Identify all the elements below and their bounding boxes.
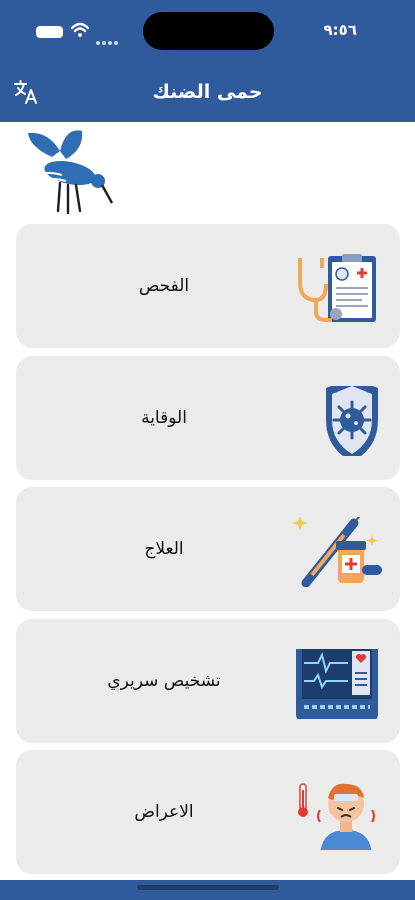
home-indicator[interactable] — [137, 885, 279, 890]
syringe-medicine-icon — [292, 517, 382, 587]
mosquito-icon — [28, 130, 114, 215]
menu-card-label: الاعراض — [134, 802, 194, 822]
clipboard-stethoscope-icon — [298, 254, 376, 322]
menu-card-label: العلاج — [144, 539, 184, 559]
menu-card-examination[interactable]: الفحص — [16, 224, 400, 348]
bottom-bar — [0, 880, 415, 900]
menu-list: الفحص الوقاية العلاج تشخيص سريري الاعراض — [16, 224, 400, 882]
wifi-icon — [70, 22, 90, 37]
menu-card-label: الفحص — [138, 276, 190, 296]
patient-monitor-icon — [296, 648, 378, 719]
menu-card-clinical-diagnosis[interactable]: تشخيص سريري — [16, 618, 400, 743]
battery-icon — [36, 26, 63, 38]
menu-card-label: الوقاية — [141, 407, 187, 428]
sick-person-icon — [298, 783, 375, 850]
menu-card-prevention[interactable]: الوقاية — [16, 355, 400, 480]
app-header: ٩:٥٦ حمى الضنك — [0, 0, 415, 122]
status-bar: ٩:٥٦ — [0, 0, 415, 62]
virus-shield-icon — [326, 385, 378, 456]
status-time: ٩:٥٦ — [323, 21, 357, 39]
menu-card-treatment[interactable]: العلاج — [16, 487, 400, 611]
nav-bar: حمى الضنك — [0, 62, 415, 122]
camera-notch — [143, 12, 274, 50]
menu-card-symptoms[interactable]: الاعراض — [16, 750, 400, 874]
menu-card-label: تشخيص سريري — [107, 670, 221, 691]
signal-icon — [96, 30, 120, 45]
page-title: حمى الضنك — [152, 81, 263, 103]
